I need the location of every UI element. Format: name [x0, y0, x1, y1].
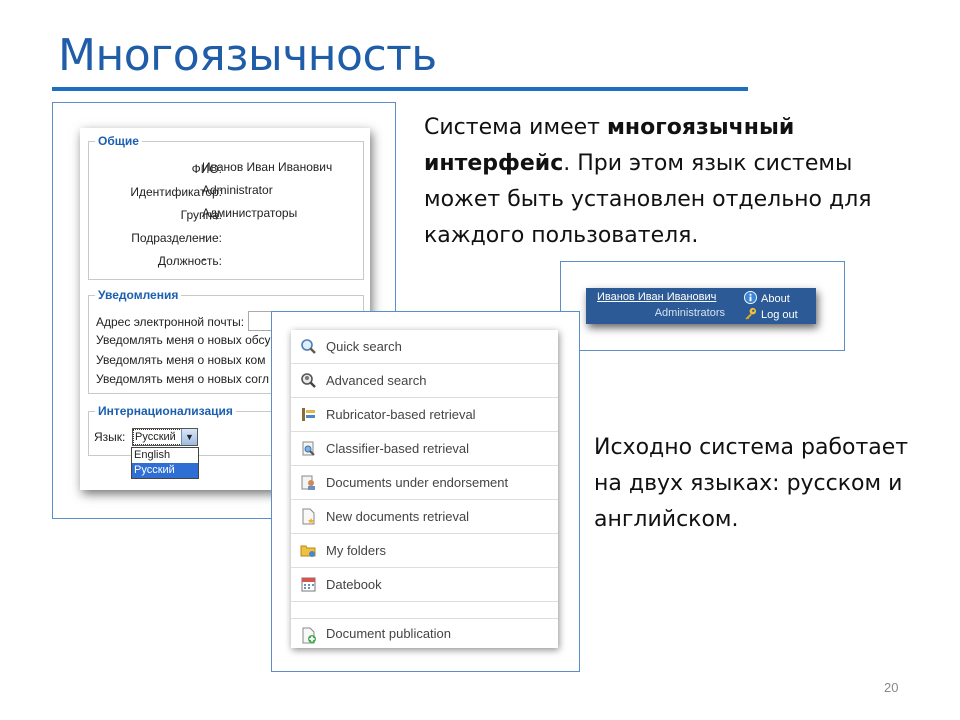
- language-dropdown-list: English Русский: [131, 447, 199, 479]
- menu-item-datebook[interactable]: Datebook: [291, 568, 558, 602]
- field-value-group: Администраторы: [202, 206, 298, 220]
- languages-text: Исходно система работает на двух языках:…: [594, 435, 909, 532]
- email-label: Адрес электронной почты:: [96, 315, 245, 329]
- menu-item-classifier-retrieval[interactable]: Classifier-based retrieval: [291, 432, 558, 466]
- language-option-english[interactable]: English: [132, 448, 198, 463]
- language-label: Язык:: [94, 430, 126, 444]
- menu-item-label: Datebook: [326, 577, 382, 592]
- menu-item-label: Document publication: [326, 626, 452, 641]
- user-group: Administrators: [654, 307, 725, 319]
- menu-item-new-documents[interactable]: New documents retrieval: [291, 500, 558, 534]
- publish-document-icon: [302, 627, 316, 644]
- about-link[interactable]: About: [744, 291, 790, 305]
- menu-item-my-folders[interactable]: My folders: [291, 534, 558, 568]
- logout-link[interactable]: Log out: [744, 307, 798, 321]
- intro-text: Система имеет многоязычный интерфейс. Пр…: [424, 110, 904, 254]
- page-number: 20: [884, 680, 899, 695]
- menu-item-document-publication[interactable]: Document publication: [291, 619, 558, 648]
- field-value-department: -: [202, 229, 206, 243]
- language-option-russian[interactable]: Русский: [132, 463, 198, 478]
- menu-item-label: Documents under endorsement: [326, 475, 509, 490]
- language-select[interactable]: Русский ▼: [132, 428, 198, 446]
- magnifier-icon: [301, 339, 316, 354]
- notify-approvals-option[interactable]: Уведомлять меня о новых согл: [96, 372, 269, 386]
- field-value-name: Иванов Иван Иванович: [202, 160, 333, 174]
- folders-icon: [300, 545, 316, 557]
- field-value-identifier: Administrator: [202, 183, 273, 197]
- intro-text-part1: Система имеет: [424, 115, 607, 140]
- rubricator-icon: [302, 408, 315, 421]
- menu-item-label: Rubricator-based retrieval: [326, 407, 476, 422]
- language-select-value: Русский: [133, 429, 182, 445]
- menu-item-label: My folders: [326, 543, 386, 558]
- menu-item-label: Quick search: [326, 339, 402, 354]
- calendar-icon: [301, 577, 316, 592]
- menu-item-quick-search[interactable]: Quick search: [291, 330, 558, 364]
- classifier-icon: [302, 441, 315, 456]
- about-label: About: [761, 293, 790, 305]
- new-document-icon: [302, 508, 315, 525]
- logout-label: Log out: [761, 309, 798, 321]
- notify-comments-option[interactable]: Уведомлять меня о новых ком: [96, 353, 265, 367]
- menu-separator: [291, 602, 558, 619]
- title-underline: [52, 87, 748, 91]
- slide-title: Многоязычность: [58, 30, 437, 81]
- general-legend: Общие: [98, 134, 139, 148]
- username-link[interactable]: Иванов Иван Иванович: [597, 291, 716, 303]
- menu-item-label: Classifier-based retrieval: [326, 441, 470, 456]
- notify-discussions-option[interactable]: Уведомлять меня о новых обсу: [96, 333, 271, 347]
- advanced-search-icon: [301, 373, 316, 388]
- endorsement-icon: [301, 475, 315, 490]
- user-bar: Иванов Иван Иванович Administrators Abou…: [586, 288, 816, 324]
- notifications-legend: Уведомления: [98, 288, 179, 302]
- menu-item-advanced-search[interactable]: Advanced search: [291, 364, 558, 398]
- menu-item-label: Advanced search: [326, 373, 427, 388]
- info-icon: [744, 291, 757, 304]
- i18n-legend: Интернационализация: [98, 404, 233, 418]
- key-icon: [745, 307, 757, 320]
- field-value-position: -: [202, 252, 206, 266]
- menu-item-rubricator-retrieval[interactable]: Rubricator-based retrieval: [291, 398, 558, 432]
- chevron-down-icon[interactable]: ▼: [181, 429, 197, 445]
- navigation-menu: Quick search Advanced search Rubricator-…: [291, 330, 558, 648]
- menu-item-documents-endorsement[interactable]: Documents under endorsement: [291, 466, 558, 500]
- menu-item-label: New documents retrieval: [326, 509, 470, 524]
